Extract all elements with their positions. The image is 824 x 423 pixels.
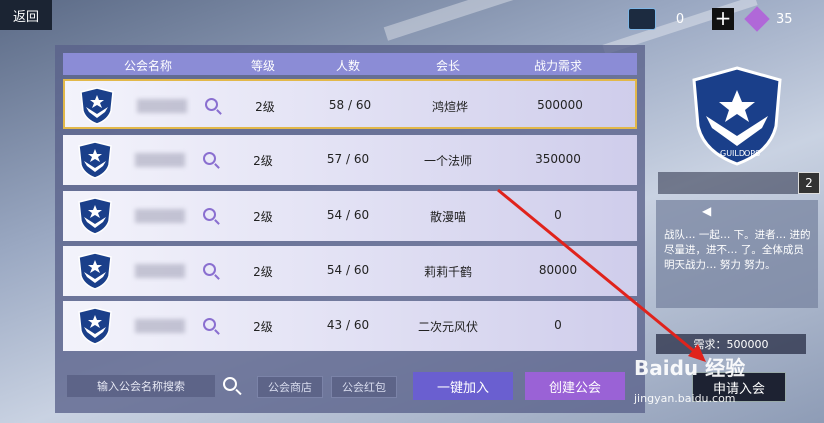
guild-power-requirement: 350000 (535, 152, 581, 166)
guild-level: 2级 (253, 320, 273, 334)
guild-emblem-icon (78, 252, 112, 290)
guild-emblem-icon (78, 197, 112, 235)
guild-leader: 二次元风伏 (417, 320, 478, 334)
guild-leader: 一个法师 (423, 154, 472, 168)
guild-members: 57 / 60 (326, 152, 370, 166)
guild-level: 2级 (253, 154, 273, 168)
view-guild-search-icon[interactable] (203, 263, 216, 276)
guild-leader: 莉莉千鹤 (423, 265, 472, 279)
guild-leader: 散漫喵 (429, 210, 466, 224)
guild-level: 2级 (253, 265, 273, 279)
column-header-members: 人数 (335, 59, 360, 73)
guild-emblem-large: GUILD OPS (692, 66, 782, 166)
back-button[interactable]: 返回 (0, 0, 52, 30)
currency-1-value: 0 (675, 11, 685, 27)
guild-notice-box: ◀ 战队… 一起… 下。进者… 进的尽量进，进不… 了。全体成员明天战力… 努力… (656, 200, 818, 308)
guild-search-input[interactable]: 输入公会名称搜索 (67, 375, 215, 397)
guild-power-requirement: 0 (554, 318, 562, 332)
view-guild-search-icon[interactable] (203, 208, 216, 221)
search-icon[interactable] (223, 377, 237, 391)
guild-row[interactable]: 2级 54 / 60 散漫喵 0 (63, 191, 637, 241)
currency-2-value: 35 (776, 11, 793, 27)
guild-emblem-icon (78, 307, 112, 345)
view-guild-search-icon[interactable] (203, 152, 216, 165)
emblem-text-guild: GUILD (720, 149, 745, 158)
megaphone-icon: ◀ (702, 204, 712, 218)
guild-row[interactable]: 2级 57 / 60 一个法师 350000 (63, 135, 637, 185)
guild-name-blurred (137, 99, 187, 113)
guild-power-requirement: 80000 (538, 263, 578, 277)
power-requirement: 需求：500000 (656, 334, 806, 354)
guild-leader: 鸿煊烨 (431, 100, 468, 114)
guild-members: 58 / 60 (328, 98, 372, 112)
guild-level-badge: 2 (798, 172, 820, 194)
guild-name-blurred (135, 319, 185, 333)
guild-members: 43 / 60 (326, 318, 370, 332)
view-guild-search-icon[interactable] (203, 318, 216, 331)
table-header: 公会名称 等级 人数 会长 战力需求 (63, 53, 637, 75)
emblem-text-ops: OPS (744, 149, 760, 158)
column-header-power: 战力需求 (533, 59, 582, 73)
guild-name-blurred (135, 209, 185, 223)
column-header-level: 等级 (250, 59, 275, 73)
create-guild-button[interactable]: 创建公会 (525, 372, 625, 400)
guild-name-blurred (135, 264, 185, 278)
quick-join-button[interactable]: 一键加入 (413, 372, 513, 400)
guild-level: 2级 (255, 100, 275, 114)
background-streak (383, 0, 617, 41)
guild-power-requirement: 500000 (537, 98, 583, 112)
guild-name-bar (658, 172, 800, 194)
guild-row[interactable]: 2级 43 / 60 二次元风伏 0 (63, 301, 637, 351)
add-currency-button[interactable]: + (712, 8, 734, 30)
guild-level: 2级 (253, 210, 273, 224)
ticket-icon (628, 8, 656, 30)
guild-row[interactable]: 2级 54 / 60 莉莉千鹤 80000 (63, 246, 637, 296)
guild-notice-text: 战队… 一起… 下。进者… 进的尽量进，进不… 了。全体成员明天战力… 努力 努… (664, 229, 811, 271)
view-guild-search-icon[interactable] (205, 98, 218, 111)
guild-shop-button[interactable]: 公会商店 (257, 376, 323, 398)
guild-members: 54 / 60 (326, 263, 370, 277)
guild-list-panel: 公会名称 等级 人数 会长 战力需求 2级 58 / 60 鸿煊烨 500000… (55, 45, 645, 413)
watermark-sub: jingyan.baidu.com (634, 392, 736, 405)
gem-icon (744, 6, 770, 32)
column-header-name: 公会名称 (123, 59, 172, 73)
guild-emblem-icon (78, 141, 112, 179)
guild-members: 54 / 60 (326, 208, 370, 222)
watermark-main: Baidu 经验 (634, 356, 746, 380)
guild-row[interactable]: 2级 58 / 60 鸿煊烨 500000 (63, 79, 637, 129)
column-header-leader: 会长 (435, 59, 460, 73)
guild-redpacket-button[interactable]: 公会红包 (331, 376, 397, 398)
currency-bar: 0 + 35 (628, 6, 824, 32)
bottom-toolbar: 输入公会名称搜索 公会商店 公会红包 一键加入 创建公会 (63, 369, 637, 405)
guild-emblem-icon (80, 87, 114, 125)
guild-name-blurred (135, 153, 185, 167)
guild-power-requirement: 0 (554, 208, 562, 222)
baidu-watermark: Baidu 经验 jingyan.baidu.com (634, 352, 794, 416)
